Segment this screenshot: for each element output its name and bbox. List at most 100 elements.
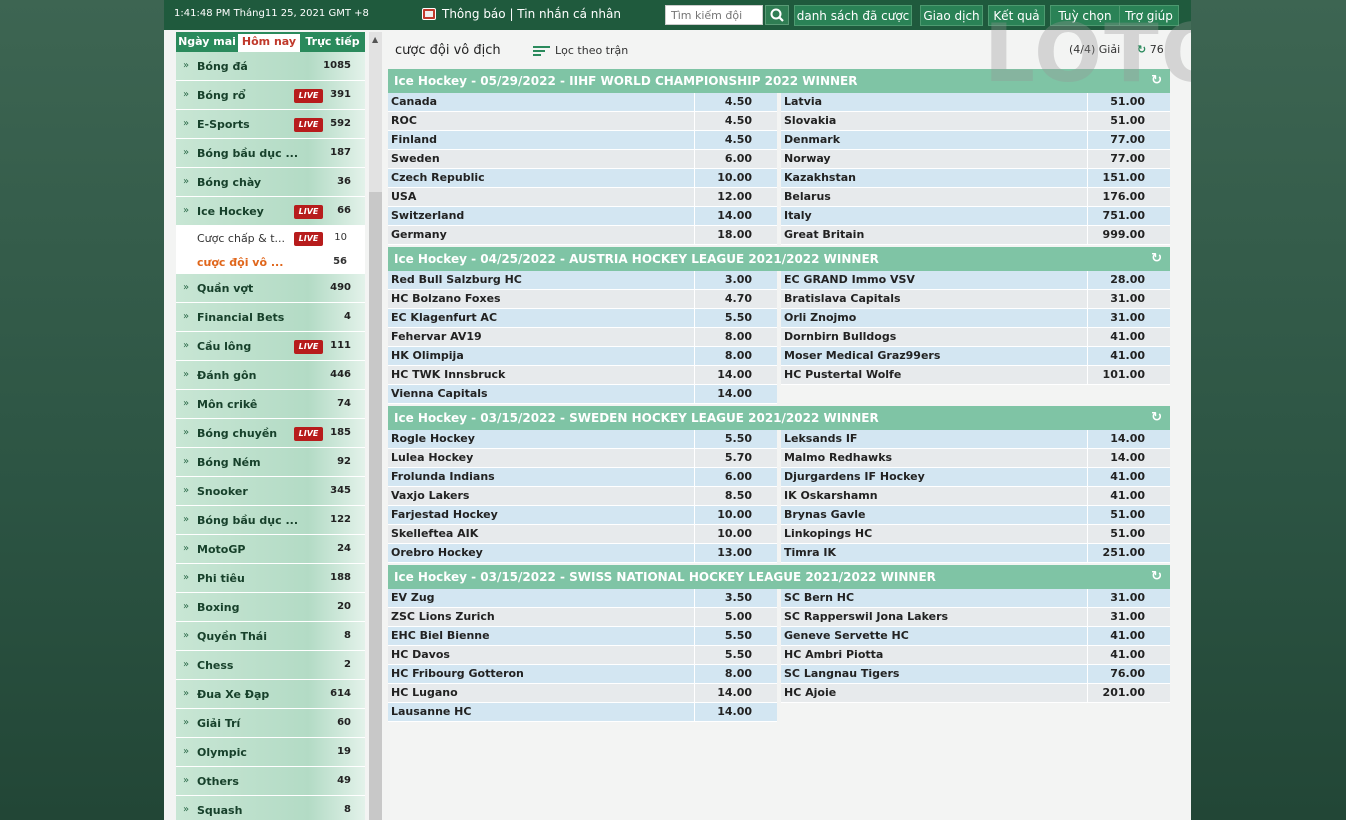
odds-row[interactable]: HC Davos 5.50 (388, 646, 777, 665)
odds-row[interactable]: Vienna Capitals 14.00 (388, 385, 777, 404)
odds-value[interactable]: 4.50 (695, 131, 777, 149)
odds-value[interactable]: 51.00 (1088, 506, 1170, 524)
sidebar-item[interactable]: » Bóng rổ LIVE 391 (176, 81, 365, 110)
odds-value[interactable]: 13.00 (695, 544, 777, 562)
sidebar-item[interactable]: » Môn crikê 74 (176, 390, 365, 419)
sidebar-item[interactable]: » Phi tiêu 188 (176, 564, 365, 593)
odds-row[interactable]: Moser Medical Graz99ers 41.00 (781, 347, 1170, 366)
filter-label[interactable]: Lọc theo trận (555, 44, 628, 57)
odds-value[interactable]: 14.00 (695, 385, 777, 403)
sidebar-item[interactable]: » Quyền Thái 8 (176, 622, 365, 651)
odds-value[interactable]: 10.00 (695, 525, 777, 543)
odds-row[interactable]: SC Langnau Tigers 76.00 (781, 665, 1170, 684)
scroll-thumb[interactable] (369, 192, 382, 820)
odds-value[interactable]: 51.00 (1088, 525, 1170, 543)
odds-row[interactable]: IK Oskarshamn 41.00 (781, 487, 1170, 506)
odds-value[interactable]: 41.00 (1088, 468, 1170, 486)
sidebar-item[interactable]: » Squash 8 (176, 796, 365, 820)
sidebar-subitem[interactable]: Cược chấp & t... LIVE 10 (176, 226, 365, 250)
odds-row[interactable]: EHC Biel Bienne 5.50 (388, 627, 777, 646)
odds-row[interactable]: Sweden 6.00 (388, 150, 777, 169)
odds-row[interactable]: Lulea Hockey 5.70 (388, 449, 777, 468)
sidebar-item[interactable]: » Cầu lông LIVE 111 (176, 332, 365, 361)
odds-row[interactable]: Bratislava Capitals 31.00 (781, 290, 1170, 309)
search-input[interactable] (665, 5, 763, 25)
sidebar-item[interactable]: » Boxing 20 (176, 593, 365, 622)
notice-link[interactable]: Thông báo | Tin nhắn cá nhân (422, 7, 621, 21)
odds-row[interactable]: HC Ajoie 201.00 (781, 684, 1170, 703)
odds-row[interactable]: HC Pustertal Wolfe 101.00 (781, 366, 1170, 385)
sidebar-item[interactable]: » Đua Xe Đạp 614 (176, 680, 365, 709)
league-header[interactable]: Ice Hockey - 03/15/2022 - SWEDEN HOCKEY … (388, 406, 1170, 430)
odds-row[interactable]: HC Fribourg Gotteron 8.00 (388, 665, 777, 684)
odds-row[interactable]: Switzerland 14.00 (388, 207, 777, 226)
odds-value[interactable]: 6.00 (695, 150, 777, 168)
odds-value[interactable]: 41.00 (1088, 347, 1170, 365)
odds-value[interactable]: 18.00 (695, 226, 777, 244)
odds-row[interactable]: Linkopings HC 51.00 (781, 525, 1170, 544)
odds-value[interactable]: 14.00 (1088, 449, 1170, 467)
sidebar-scrollbar[interactable]: ▲ (369, 32, 382, 820)
odds-row[interactable]: Malmo Redhawks 14.00 (781, 449, 1170, 468)
bet-list-button[interactable]: danh sách đã cược (794, 5, 912, 26)
sidebar-item[interactable]: » Others 49 (176, 767, 365, 796)
sidebar-item[interactable]: » Bóng chày 36 (176, 168, 365, 197)
odds-row[interactable]: USA 12.00 (388, 188, 777, 207)
odds-row[interactable]: HC Lugano 14.00 (388, 684, 777, 703)
odds-row[interactable]: Great Britain 999.00 (781, 226, 1170, 245)
odds-row[interactable]: Lausanne HC 14.00 (388, 703, 777, 722)
odds-row[interactable]: Germany 18.00 (388, 226, 777, 245)
tab-tomorrow[interactable]: Ngày mai (176, 32, 238, 52)
sidebar-item[interactable]: » Bóng bầu dục ... 187 (176, 139, 365, 168)
odds-row[interactable]: HC Ambri Piotta 41.00 (781, 646, 1170, 665)
odds-value[interactable]: 3.00 (695, 271, 777, 289)
odds-row[interactable]: HK Olimpija 8.00 (388, 347, 777, 366)
odds-row[interactable]: Orebro Hockey 13.00 (388, 544, 777, 563)
sidebar-item[interactable]: » E-Sports LIVE 592 (176, 110, 365, 139)
sidebar-item[interactable]: » Giải Trí 60 (176, 709, 365, 738)
odds-value[interactable]: 5.50 (695, 627, 777, 645)
odds-row[interactable]: Belarus 176.00 (781, 188, 1170, 207)
odds-row[interactable]: Finland 4.50 (388, 131, 777, 150)
odds-value[interactable]: 31.00 (1088, 290, 1170, 308)
odds-row[interactable]: Kazakhstan 151.00 (781, 169, 1170, 188)
search-button[interactable] (765, 5, 789, 25)
odds-value[interactable]: 41.00 (1088, 646, 1170, 664)
odds-row[interactable]: Geneve Servette HC 41.00 (781, 627, 1170, 646)
odds-row[interactable]: EC GRAND Immo VSV 28.00 (781, 271, 1170, 290)
odds-row[interactable]: Fehervar AV19 8.00 (388, 328, 777, 347)
odds-value[interactable]: 4.50 (695, 112, 777, 130)
refresh-icon[interactable]: ↻ (1151, 565, 1162, 589)
odds-row[interactable]: Djurgardens IF Hockey 41.00 (781, 468, 1170, 487)
odds-value[interactable]: 51.00 (1088, 112, 1170, 130)
odds-value[interactable]: 5.00 (695, 608, 777, 626)
odds-value[interactable]: 31.00 (1088, 608, 1170, 626)
odds-row[interactable]: Skelleftea AIK 10.00 (388, 525, 777, 544)
sidebar-item[interactable]: » Đánh gôn 446 (176, 361, 365, 390)
odds-row[interactable]: ROC 4.50 (388, 112, 777, 131)
odds-row[interactable]: Frolunda Indians 6.00 (388, 468, 777, 487)
odds-row[interactable]: Norway 77.00 (781, 150, 1170, 169)
odds-row[interactable]: Leksands IF 14.00 (781, 430, 1170, 449)
odds-value[interactable]: 6.00 (695, 468, 777, 486)
sidebar-item[interactable]: » Bóng chuyền LIVE 185 (176, 419, 365, 448)
odds-value[interactable]: 14.00 (695, 207, 777, 225)
odds-row[interactable]: Farjestad Hockey 10.00 (388, 506, 777, 525)
odds-value[interactable]: 12.00 (695, 188, 777, 206)
sidebar-item[interactable]: » Snooker 345 (176, 477, 365, 506)
odds-row[interactable]: ZSC Lions Zurich 5.00 (388, 608, 777, 627)
sidebar-item[interactable]: » MotoGP 24 (176, 535, 365, 564)
tab-live[interactable]: Trực tiếp (300, 32, 365, 52)
odds-value[interactable]: 4.50 (695, 93, 777, 111)
notice-label[interactable]: Thông báo | Tin nhắn cá nhân (442, 7, 621, 21)
odds-row[interactable]: Red Bull Salzburg HC 3.00 (388, 271, 777, 290)
odds-row[interactable]: HC TWK Innsbruck 14.00 (388, 366, 777, 385)
league-header[interactable]: Ice Hockey - 04/25/2022 - AUSTRIA HOCKEY… (388, 247, 1170, 271)
odds-value[interactable]: 201.00 (1088, 684, 1170, 702)
odds-value[interactable]: 999.00 (1088, 226, 1170, 244)
sidebar-item[interactable]: » Bóng đá 1085 (176, 52, 365, 81)
odds-value[interactable]: 5.50 (695, 430, 777, 448)
sidebar-item[interactable]: » Chess 2 (176, 651, 365, 680)
odds-value[interactable]: 8.00 (695, 347, 777, 365)
odds-value[interactable]: 251.00 (1088, 544, 1170, 562)
